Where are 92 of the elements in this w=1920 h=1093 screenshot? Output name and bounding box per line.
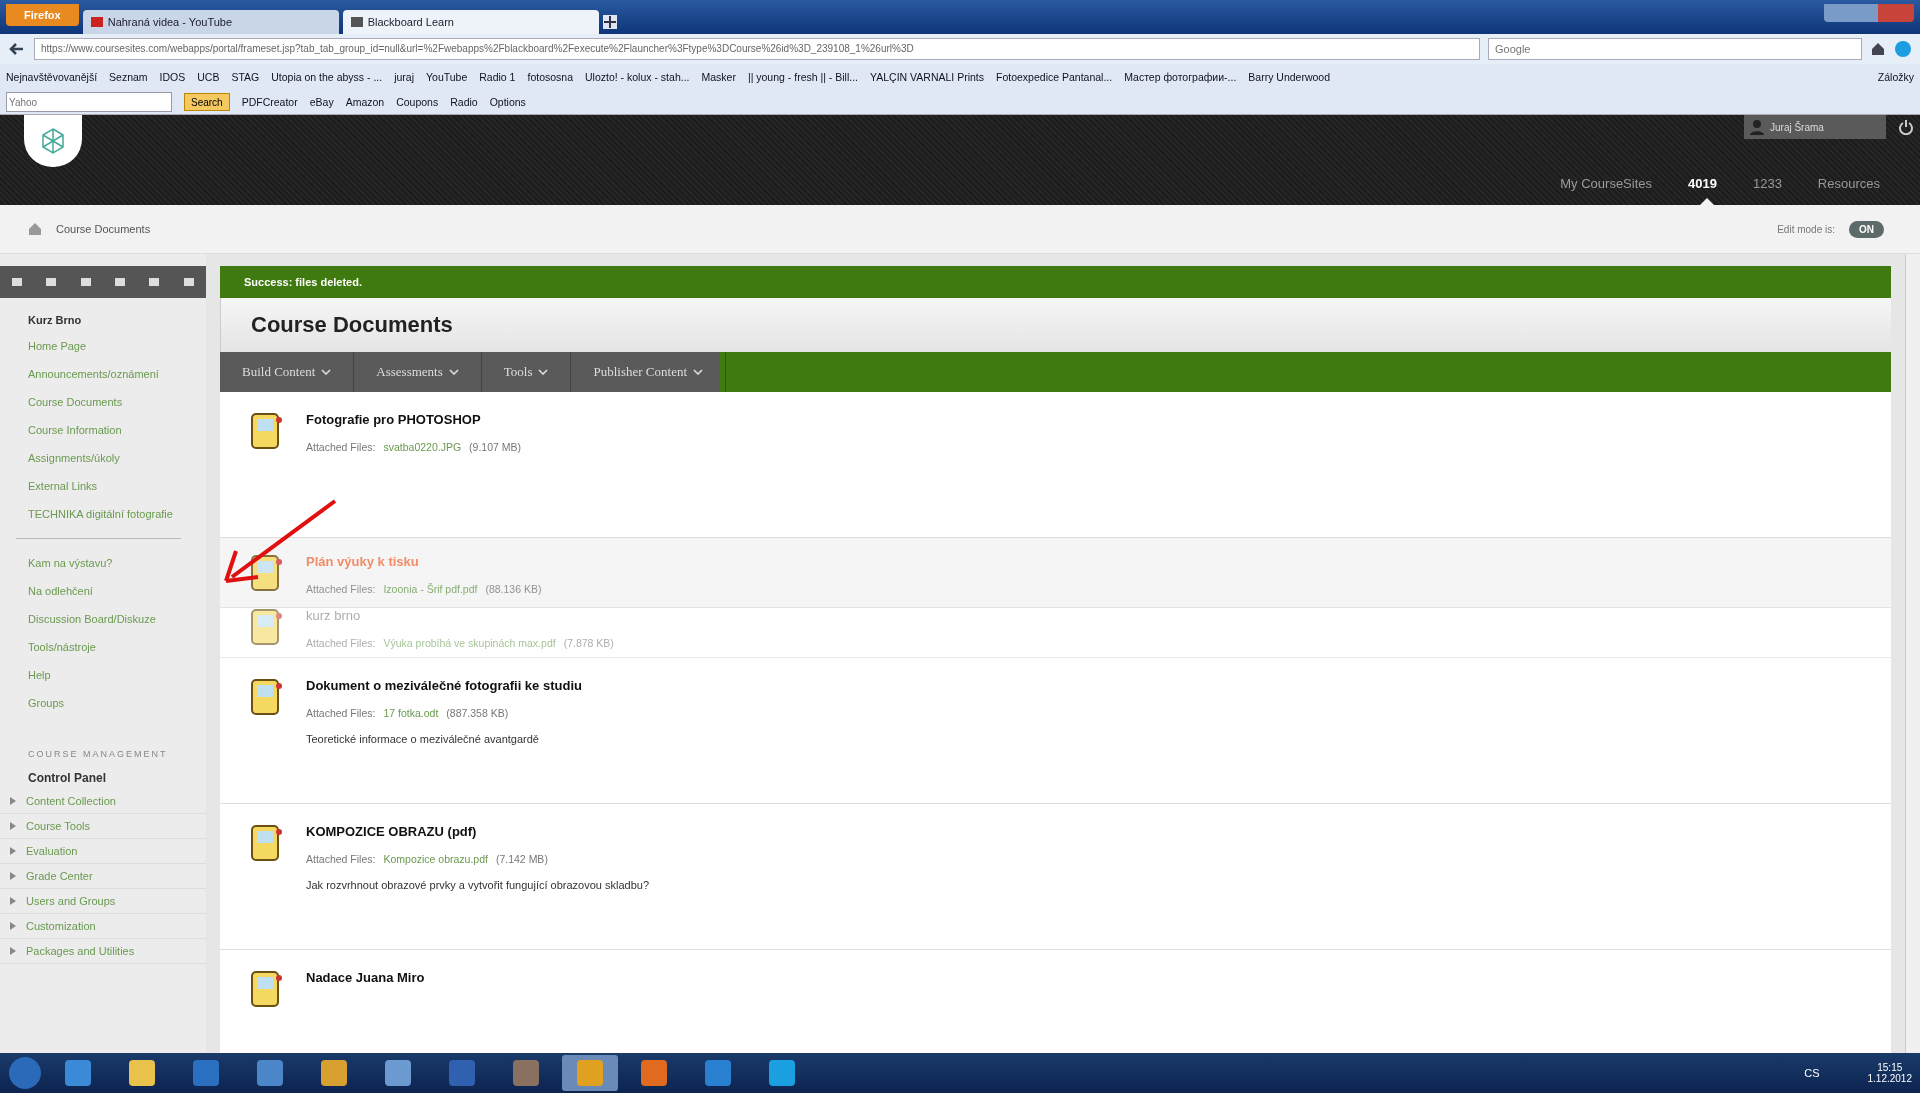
bookmark-link[interactable]: Ulozto! - kolux - stah... <box>585 71 690 83</box>
attached-files-label: Attached Files: <box>306 441 376 453</box>
triangle-icon[interactable] <box>10 947 16 955</box>
chevron-down-icon <box>693 369 703 375</box>
toolbar-icon[interactable] <box>181 275 196 289</box>
bookmark-link[interactable]: Utopia on the abyss - ... <box>271 71 383 83</box>
bookmark-link[interactable]: || young - fresh || - Bill... <box>747 71 859 83</box>
toolbar-item[interactable]: Coupons <box>396 96 439 108</box>
chevron-down-icon <box>448 369 459 375</box>
chevron-down-icon <box>321 369 332 375</box>
nav-tab[interactable]: My CourseSites <box>1560 176 1652 191</box>
edit-mode-toggle[interactable]: ON <box>1849 220 1884 238</box>
toolbar-item[interactable]: eBay <box>309 96 334 108</box>
nav-tab[interactable]: Resources <box>1817 176 1880 191</box>
address-bar[interactable]: https://www.coursesites.com/webapps/portal/frameset.jsp?tab_tab_group_id=null&url=%2Fwebapps%2Fblackboard%2Fexecute%2Flauncher%3Ftype%3DCourse%26id%3D_239108_1%26url%3D <box>34 38 1480 60</box>
document-icon <box>250 608 282 646</box>
item-description: Jak rozvrhnout obrazové prvky a vytvořit fungující obrazovou skladbu? <box>306 879 649 891</box>
breadcrumb: Course Documents <box>56 223 151 235</box>
triangle-icon[interactable] <box>10 797 16 805</box>
file-size: (9.107 MB) <box>469 441 522 453</box>
bookmark-link[interactable]: fotososna <box>527 71 573 83</box>
bookmark-link[interactable]: UCB <box>197 71 220 83</box>
document-icon <box>250 678 282 716</box>
yahoo-search-field[interactable]: Yahoo <box>6 92 172 112</box>
chevron-down-icon <box>538 369 549 375</box>
logo-badge[interactable] <box>24 115 82 167</box>
browser-tab[interactable]: Nahraná videa - YouTube <box>82 10 339 34</box>
bookmark-link[interactable]: Masker <box>701 71 736 83</box>
attached-files-label: Attached Files: <box>306 853 376 865</box>
nav-tab[interactable]: 1233 <box>1752 176 1782 191</box>
item-title[interactable]: Dokument o meziválečné fotografii ke studiu <box>306 678 582 693</box>
toolbar-icon[interactable] <box>44 275 59 289</box>
file-size: (887.358 KB) <box>446 707 509 719</box>
toolbar-icon[interactable] <box>78 275 93 289</box>
bookmark-link[interactable]: juraj <box>394 71 414 83</box>
home-icon[interactable] <box>1870 41 1886 57</box>
item-title[interactable]: Nadace Juana Miro <box>306 970 425 985</box>
item-description: Teoretické informace o meziválečné avantgardě <box>306 733 540 745</box>
user-menu[interactable]: Juraj Šrama <box>1744 115 1886 139</box>
avatar-icon <box>1750 119 1764 135</box>
toolbar-item[interactable]: Radio <box>450 96 478 108</box>
attached-files-label: Attached Files: <box>306 637 376 649</box>
bookmarks-menu[interactable]: Záložky <box>1877 71 1914 83</box>
attached-files-label: Attached Files: <box>306 707 376 719</box>
file-link[interactable]: svatba0220.JPG <box>383 441 462 453</box>
section-heading: COURSE MANAGEMENT <box>27 748 169 761</box>
scrollbar[interactable] <box>1905 254 1920 1053</box>
browser-tab[interactable]: Blackboard Learn <box>342 10 599 34</box>
file-size: (7.878 KB) <box>563 637 614 649</box>
bookmark-link[interactable]: STAG <box>231 71 260 83</box>
toolbar-item[interactable]: Options <box>489 96 526 108</box>
course-name[interactable]: Kurz Brno <box>0 308 206 332</box>
attached-files-label: Attached Files: <box>306 583 376 595</box>
bookmark-link[interactable]: Nejnavštěvovanější <box>6 71 98 83</box>
document-icon <box>250 970 282 1008</box>
document-icon <box>250 824 282 862</box>
success-message: Success: files deleted. <box>220 266 1891 298</box>
file-link[interactable]: Kompozice obrazu.pdf <box>383 853 488 865</box>
toolbar-item[interactable]: PDFCreator <box>241 96 298 108</box>
bookmark-link[interactable]: Fotoexpedice Pantanal... <box>996 71 1113 83</box>
bookmark-link[interactable]: Radio 1 <box>479 71 516 83</box>
triangle-icon[interactable] <box>10 822 16 830</box>
control-panel-heading[interactable]: Control Panel <box>0 767 206 789</box>
document-icon <box>250 554 282 592</box>
document-icon <box>250 412 282 450</box>
toolbar-icon[interactable] <box>147 275 162 289</box>
toolbar-icon[interactable] <box>113 275 128 289</box>
search-button[interactable]: Search <box>184 93 230 111</box>
bookmark-link[interactable]: IDOS <box>159 71 186 83</box>
bookmark-link[interactable]: Barry Underwood <box>1248 71 1331 83</box>
search-field[interactable]: Google <box>1488 38 1862 60</box>
triangle-icon[interactable] <box>10 847 16 855</box>
item-title[interactable]: KOMPOZICE OBRAZU (pdf) <box>306 824 649 839</box>
bookmark-link[interactable]: YouTube <box>426 71 468 83</box>
start-button[interactable] <box>8 1056 42 1090</box>
triangle-icon[interactable] <box>10 872 16 880</box>
toolbar-icon[interactable] <box>10 275 25 289</box>
bookmark-link[interactable]: Seznam <box>109 71 148 83</box>
edit-mode-label: Edit mode is: <box>1777 223 1835 235</box>
file-size: (88.136 KB) <box>485 583 542 595</box>
new-tab-icon[interactable] <box>602 15 617 29</box>
language-indicator[interactable]: CS <box>1764 1067 1860 1079</box>
clock[interactable]: 15:15 1.12.2012 <box>1867 1062 1912 1084</box>
item-title[interactable]: Fotografie pro PHOTOSHOP <box>306 412 522 427</box>
file-size: (7.142 MB) <box>495 853 548 865</box>
file-link[interactable]: 17 fotka.odt <box>383 707 439 719</box>
bookmark-link[interactable]: YALÇIN VARNALI Prints <box>870 71 984 83</box>
bookmark-link[interactable]: Мастер фотографии-... <box>1124 71 1237 83</box>
triangle-icon[interactable] <box>10 922 16 930</box>
page-title: Course Documents <box>251 312 454 338</box>
triangle-icon[interactable] <box>10 897 16 905</box>
toolbar-item[interactable]: Amazon <box>345 96 385 108</box>
